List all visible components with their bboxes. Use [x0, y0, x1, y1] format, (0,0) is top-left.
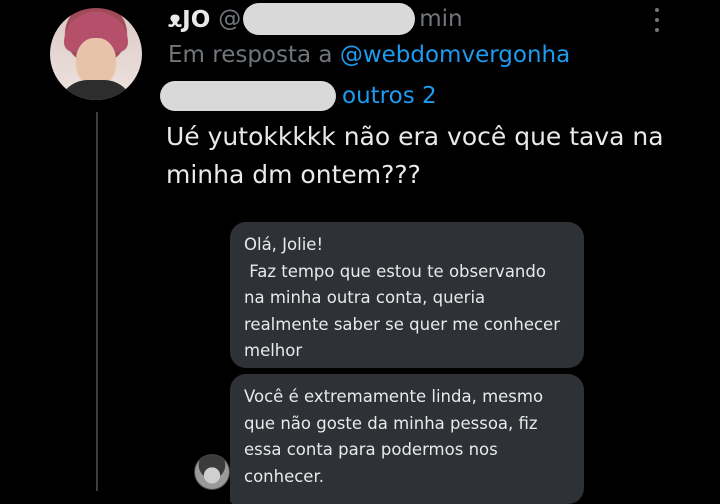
dm-message-bubble: Olá, Jolie! Faz tempo que estou te obser…	[230, 222, 584, 368]
author-display-name[interactable]: ᴥJO	[168, 6, 210, 33]
avatar-face	[76, 38, 116, 86]
author-handle-prefix[interactable]: @	[218, 6, 241, 32]
reply-context-others: outros 2	[160, 80, 437, 112]
tweet-timestamp[interactable]: min	[419, 6, 462, 32]
attached-dm-screenshot[interactable]: Olá, Jolie! Faz tempo que estou te obser…	[180, 218, 600, 504]
redacted-mention	[160, 81, 336, 111]
reply-others-link[interactable]: outros 2	[342, 83, 437, 109]
tweet-body-text: Ué yutokkkkk não era você que tava na mi…	[166, 122, 664, 189]
reply-prefix: Em resposta a	[168, 42, 333, 68]
tweet-header: ᴥJO @ min	[168, 2, 463, 36]
avatar-shirt	[58, 80, 134, 100]
author-avatar[interactable]	[50, 8, 142, 100]
thread-connector-line	[96, 112, 98, 491]
reply-context: Em resposta a @webdomvergonha	[168, 42, 570, 68]
more-dot	[655, 28, 659, 32]
dm-message-bubble: Você é extremamente linda, mesmo que não…	[230, 374, 584, 504]
reply-mention-link[interactable]: @webdomvergonha	[340, 42, 570, 68]
more-options-icon[interactable]	[648, 6, 666, 34]
more-dot	[655, 8, 659, 12]
more-dot	[655, 18, 659, 22]
dm-sender-avatar	[194, 454, 230, 490]
redacted-handle	[243, 3, 416, 35]
